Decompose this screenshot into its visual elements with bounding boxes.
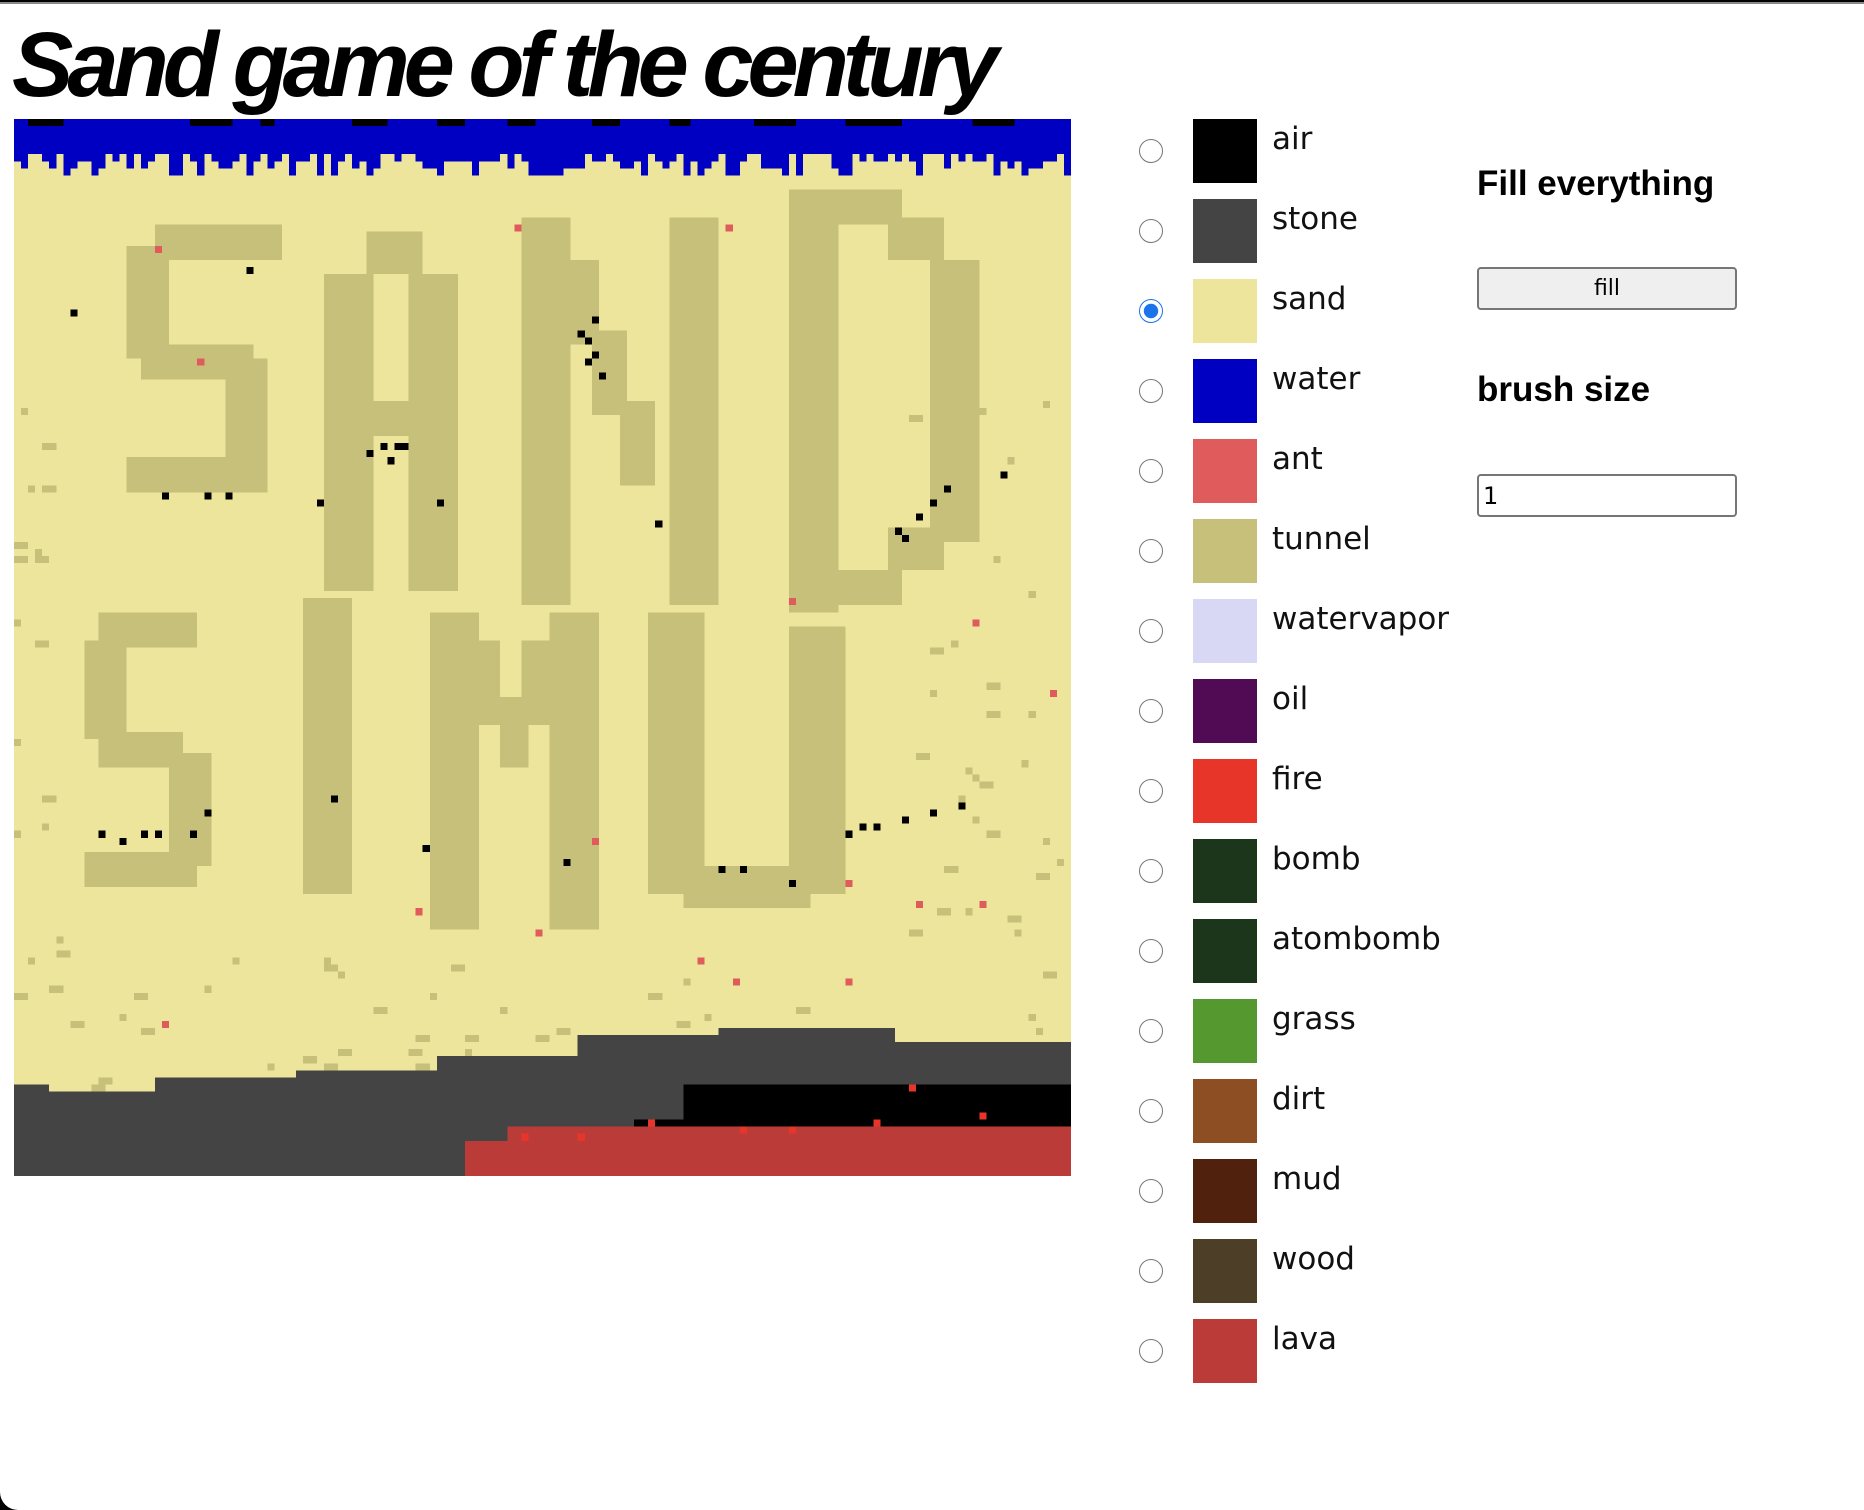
element-option-stone[interactable]: stone — [1138, 197, 1478, 277]
element-option-air[interactable]: air — [1138, 117, 1478, 197]
element-label: stone — [1272, 201, 1358, 237]
element-label: bomb — [1272, 841, 1361, 877]
element-radio[interactable] — [1139, 299, 1163, 323]
element-color-swatch — [1193, 1319, 1257, 1383]
element-color-swatch — [1193, 279, 1257, 343]
element-color-swatch — [1193, 759, 1257, 823]
element-radio[interactable] — [1139, 699, 1163, 723]
element-radio[interactable] — [1139, 779, 1163, 803]
brush-size-input[interactable] — [1477, 474, 1737, 517]
element-label: fire — [1272, 761, 1323, 797]
element-color-swatch — [1193, 519, 1257, 583]
element-color-swatch — [1193, 919, 1257, 983]
element-label: sand — [1272, 281, 1347, 317]
element-label: air — [1272, 121, 1313, 157]
element-color-swatch — [1193, 1079, 1257, 1143]
element-radio[interactable] — [1139, 379, 1163, 403]
element-option-water[interactable]: water — [1138, 357, 1478, 437]
element-color-swatch — [1193, 839, 1257, 903]
element-color-swatch — [1193, 119, 1257, 183]
element-label: dirt — [1272, 1081, 1326, 1117]
element-radio[interactable] — [1139, 1019, 1163, 1043]
element-radio[interactable] — [1139, 459, 1163, 483]
element-option-lava[interactable]: lava — [1138, 1317, 1478, 1397]
element-label: ant — [1272, 441, 1323, 477]
element-label: mud — [1272, 1161, 1342, 1197]
sand-simulation-canvas[interactable] — [14, 119, 1071, 1176]
element-color-swatch — [1193, 1239, 1257, 1303]
element-radio[interactable] — [1139, 939, 1163, 963]
page-title: Sand game of the century — [12, 14, 999, 116]
element-radio[interactable] — [1139, 219, 1163, 243]
element-option-ant[interactable]: ant — [1138, 437, 1478, 517]
element-color-swatch — [1193, 199, 1257, 263]
fill-heading: Fill everything — [1477, 164, 1715, 203]
element-option-dirt[interactable]: dirt — [1138, 1077, 1478, 1157]
element-radio[interactable] — [1139, 1179, 1163, 1203]
element-radio[interactable] — [1139, 1339, 1163, 1363]
element-color-swatch — [1193, 999, 1257, 1063]
fill-button[interactable]: fill — [1477, 267, 1737, 310]
element-label: grass — [1272, 1001, 1356, 1037]
element-radio[interactable] — [1139, 539, 1163, 563]
element-radio[interactable] — [1139, 1259, 1163, 1283]
element-radio[interactable] — [1139, 139, 1163, 163]
element-color-swatch — [1193, 599, 1257, 663]
element-picker: air stone sand water ant tunnel watervapor oil f… — [1138, 117, 1478, 1397]
element-label: water — [1272, 361, 1361, 397]
element-option-mud[interactable]: mud — [1138, 1157, 1478, 1237]
element-option-watervapor[interactable]: watervapor — [1138, 597, 1478, 677]
element-option-sand[interactable]: sand — [1138, 277, 1478, 357]
brush-size-heading: brush size — [1477, 370, 1651, 409]
element-radio[interactable] — [1139, 859, 1163, 883]
page: Sand game of the century air stone sand wat… — [0, 2, 1864, 1510]
element-option-fire[interactable]: fire — [1138, 757, 1478, 837]
element-color-swatch — [1193, 359, 1257, 423]
element-label: oil — [1272, 681, 1309, 717]
element-option-atombomb[interactable]: atombomb — [1138, 917, 1478, 997]
element-label: watervapor — [1272, 601, 1450, 637]
element-color-swatch — [1193, 1159, 1257, 1223]
element-color-swatch — [1193, 439, 1257, 503]
element-label: tunnel — [1272, 521, 1371, 557]
element-label: atombomb — [1272, 921, 1441, 957]
element-option-bomb[interactable]: bomb — [1138, 837, 1478, 917]
element-option-grass[interactable]: grass — [1138, 997, 1478, 1077]
element-option-oil[interactable]: oil — [1138, 677, 1478, 757]
element-label: lava — [1272, 1321, 1337, 1357]
element-option-wood[interactable]: wood — [1138, 1237, 1478, 1317]
element-radio[interactable] — [1139, 619, 1163, 643]
element-option-tunnel[interactable]: tunnel — [1138, 517, 1478, 597]
element-label: wood — [1272, 1241, 1355, 1277]
element-radio[interactable] — [1139, 1099, 1163, 1123]
element-color-swatch — [1193, 679, 1257, 743]
